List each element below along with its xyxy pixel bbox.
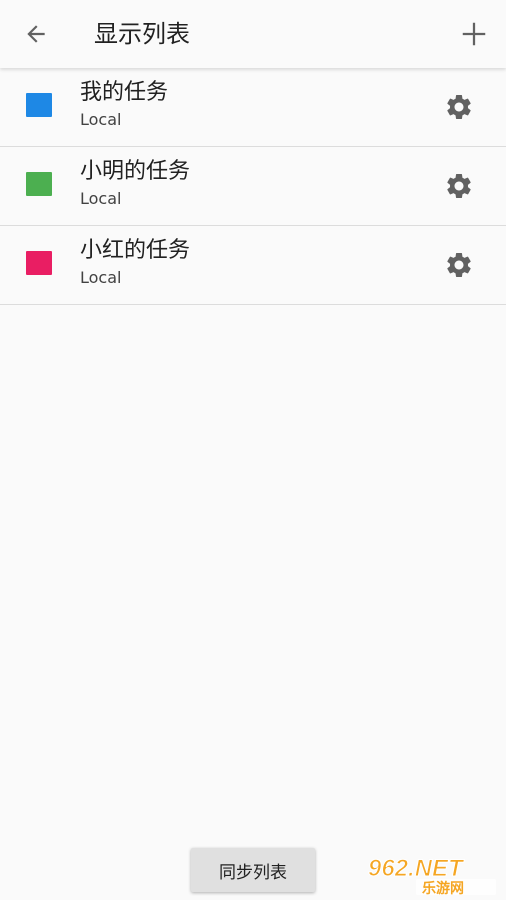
watermark-brand: 962.NET bbox=[368, 855, 465, 882]
app-toolbar: 显示列表 bbox=[0, 0, 506, 68]
list-item[interactable]: 我的任务 Local bbox=[0, 68, 506, 147]
list-item-name: 小明的任务 bbox=[80, 159, 191, 184]
app-screen: 显示列表 我的任务 Local 小明的任务 Local 小红的任务 Local … bbox=[0, 0, 506, 900]
list-item-account: Local bbox=[80, 189, 122, 208]
list-color-swatch bbox=[26, 93, 52, 117]
list-color-swatch bbox=[26, 251, 52, 275]
list-item-name: 我的任务 bbox=[80, 80, 169, 105]
list-item[interactable]: 小红的任务 Local bbox=[0, 226, 506, 305]
arrow-left-icon bbox=[27, 25, 45, 43]
watermark-sub: 乐游网 bbox=[422, 880, 464, 896]
list-settings-button[interactable] bbox=[444, 171, 474, 201]
gear-icon bbox=[447, 95, 471, 119]
gear-icon bbox=[447, 174, 471, 198]
list-color-swatch bbox=[26, 172, 52, 196]
list-item-account: Local bbox=[80, 110, 122, 129]
plus-icon bbox=[462, 22, 486, 46]
sync-lists-button[interactable]: 同步列表 bbox=[191, 848, 315, 892]
list-item-name: 小红的任务 bbox=[80, 238, 191, 263]
page-title: 显示列表 bbox=[94, 20, 190, 48]
back-button[interactable] bbox=[14, 14, 58, 54]
gear-icon bbox=[447, 253, 471, 277]
list-item-account: Local bbox=[80, 268, 122, 287]
list-settings-button[interactable] bbox=[444, 92, 474, 122]
add-list-button[interactable] bbox=[454, 14, 494, 54]
watermark-logo: 962.NET 乐游网 bbox=[368, 855, 496, 896]
list-settings-button[interactable] bbox=[444, 250, 474, 280]
list-item[interactable]: 小明的任务 Local bbox=[0, 147, 506, 226]
task-list-list: 我的任务 Local 小明的任务 Local 小红的任务 Local bbox=[0, 68, 506, 305]
